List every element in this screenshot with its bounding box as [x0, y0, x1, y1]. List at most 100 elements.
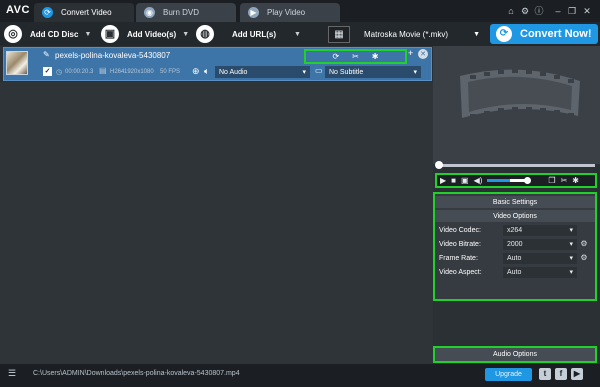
info-icon[interactable]: ⓘ: [533, 5, 545, 17]
player-controls: ▶ ■ ▣ ◀) ❐ ✂ ✱: [435, 173, 597, 188]
gear-icon[interactable]: ⚙: [579, 254, 589, 262]
tab-play-video[interactable]: ▶ Play Video: [240, 3, 340, 22]
output-format-select[interactable]: Matroska Movie (*.mkv) ▼: [354, 26, 486, 43]
close-icon[interactable]: ✕: [581, 5, 593, 17]
basic-settings-header[interactable]: Basic Settings: [435, 196, 595, 208]
tab-label: Convert Video: [61, 8, 112, 17]
setting-row-frame-rate: Frame Rate: Auto ▾ ⚙: [439, 252, 593, 264]
setting-value: Auto: [507, 254, 522, 262]
tab-label: Play Video: [267, 8, 306, 17]
play-icon[interactable]: ▶: [440, 176, 446, 185]
effects-icon[interactable]: ✱: [372, 52, 379, 61]
facebook-icon[interactable]: f: [555, 368, 567, 380]
chevron-down-icon: ▾: [302, 69, 306, 76]
remove-icon[interactable]: ✕: [418, 49, 428, 59]
effects-icon[interactable]: ✱: [572, 176, 579, 185]
settings-panel: Basic Settings Video Options Video Codec…: [433, 192, 597, 301]
volume-handle[interactable]: [524, 177, 532, 184]
add-videos-button[interactable]: ▣ Add Video(s) ▼: [101, 25, 189, 43]
film-format-icon[interactable]: ▦: [328, 26, 350, 43]
file-checkbox[interactable]: ✓: [43, 67, 52, 76]
film-reel-icon: [460, 69, 580, 118]
file-fps: 50 FPS: [160, 69, 181, 75]
setting-row-video-bitrate: Video Bitrate: 2000 ▾ ⚙: [439, 238, 593, 250]
clock-icon: ◷: [56, 69, 63, 76]
convert-icon: ⟳: [496, 26, 512, 42]
chevron-down-icon: ▾: [569, 241, 573, 248]
chevron-down-icon: ▾: [413, 69, 417, 76]
app-logo: AVC: [6, 4, 30, 16]
audio-track-select[interactable]: No Audio ▾: [215, 66, 310, 78]
subtitle-select[interactable]: No Subtitle ▾: [325, 66, 421, 78]
upgrade-button[interactable]: Upgrade: [485, 368, 532, 381]
file-name: pexels-polina-kovaleva-5430807: [55, 51, 171, 60]
setting-value: Auto: [507, 268, 522, 276]
tab-burn-dvd[interactable]: ◉ Burn DVD: [136, 3, 236, 22]
subtitle-value: No Subtitle: [329, 68, 364, 76]
setting-value: 2000: [507, 240, 523, 248]
cut-icon[interactable]: ✂: [561, 176, 568, 185]
video-bitrate-select[interactable]: 2000 ▾: [503, 238, 577, 250]
twitter-icon[interactable]: t: [539, 368, 551, 380]
chevron-down-icon[interactable]: ▼: [84, 31, 91, 38]
film-strip-icon: ▤: [99, 66, 107, 75]
file-duration: 00:00:20.3: [65, 69, 94, 75]
volume-fill: [487, 179, 511, 182]
chevron-down-icon[interactable]: ▼: [294, 31, 301, 38]
audio-value: No Audio: [219, 68, 248, 76]
convert-label: Convert Now!: [520, 28, 592, 40]
volume-icon[interactable]: ◀): [474, 176, 483, 185]
gear-icon[interactable]: ⚙: [579, 240, 589, 248]
convert-icon: ⟳: [42, 7, 53, 18]
upgrade-label: Upgrade: [495, 371, 522, 378]
chevron-down-icon: ▼: [473, 31, 480, 38]
frame-rate-select[interactable]: Auto ▾: [503, 252, 577, 264]
refresh-icon[interactable]: ⟳: [332, 52, 339, 61]
menu-icon[interactable]: ☰: [8, 369, 16, 378]
file-path: C:\Users\ADMIN\Downloads\pexels-polina-k…: [33, 370, 240, 377]
restore-icon[interactable]: ❐: [566, 5, 578, 17]
chevron-down-icon[interactable]: ▼: [182, 31, 189, 38]
setting-label: Video Aspect:: [439, 268, 482, 276]
snapshot-icon[interactable]: ▣: [461, 176, 469, 185]
setting-label: Video Codec:: [439, 226, 481, 234]
play-circle-icon: ▶: [248, 7, 259, 18]
volume-slider[interactable]: [487, 179, 526, 182]
audio-options-header[interactable]: Audio Options: [433, 346, 597, 363]
fullscreen-icon[interactable]: ❐: [548, 176, 555, 185]
minimize-icon[interactable]: –: [552, 5, 564, 17]
video-options-header[interactable]: Video Options: [435, 210, 595, 222]
crosshair-icon[interactable]: ⊕: [192, 67, 200, 76]
setting-label: Frame Rate:: [439, 254, 478, 262]
disc-icon: ◉: [144, 7, 155, 18]
speaker-icon: 🔈︎: [204, 66, 210, 76]
tab-label: Burn DVD: [163, 8, 200, 17]
add-video-label: Add Video(s): [127, 29, 177, 39]
row-actions: ⟳ ✂ ✱: [304, 49, 407, 64]
film-add-icon: ▣: [101, 25, 119, 43]
gear-icon[interactable]: ⚙: [519, 5, 531, 17]
globe-add-icon: ◍: [196, 25, 214, 43]
add-urls-button[interactable]: ◍ Add URL(s) ▼: [196, 25, 301, 43]
video-codec-select[interactable]: x264 ▾: [503, 224, 577, 236]
cut-icon[interactable]: ✂: [352, 52, 359, 61]
add-cd-disc-button[interactable]: ◎ Add CD Disc ▼: [4, 25, 91, 43]
setting-label: Video Bitrate:: [439, 240, 481, 248]
seek-bar[interactable]: [439, 164, 595, 167]
seek-handle[interactable]: [435, 161, 443, 169]
stop-icon[interactable]: ■: [451, 176, 456, 185]
file-resolution: 1920x1080: [124, 69, 154, 75]
setting-value: x264: [507, 226, 523, 234]
file-codec: H264: [110, 69, 125, 75]
video-thumbnail: [6, 51, 28, 75]
setting-row-video-codec: Video Codec: x264 ▾: [439, 224, 593, 236]
shop-icon[interactable]: ⌂: [505, 5, 517, 17]
youtube-icon[interactable]: ▶: [571, 368, 583, 380]
pencil-icon[interactable]: ✎: [43, 51, 50, 59]
tab-convert-video[interactable]: ⟳ Convert Video: [34, 3, 134, 22]
setting-row-video-aspect: Video Aspect: Auto ▾: [439, 266, 593, 278]
video-aspect-select[interactable]: Auto ▾: [503, 266, 577, 278]
add-url-label: Add URL(s): [232, 29, 276, 39]
add-icon[interactable]: +: [408, 49, 413, 58]
convert-now-button[interactable]: ⟳ Convert Now!: [490, 24, 598, 44]
